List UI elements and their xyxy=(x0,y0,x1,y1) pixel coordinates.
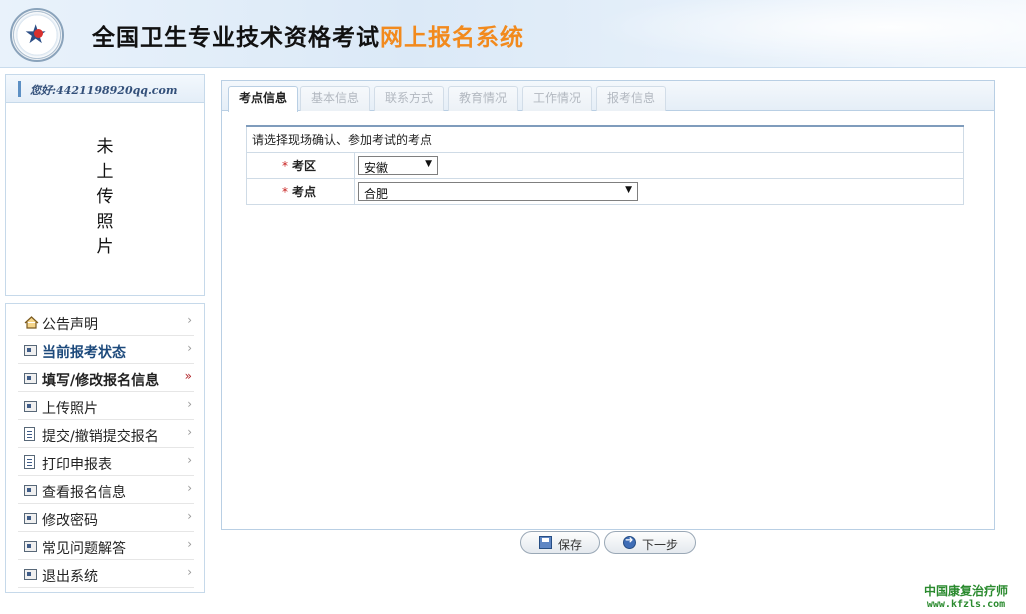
region-label: 考区 xyxy=(291,158,316,173)
watermark-text: 中国康复治疗师 xyxy=(924,584,1009,598)
photo-placeholder-char: 片 xyxy=(96,237,114,257)
required-mark: * xyxy=(281,184,288,199)
card-icon xyxy=(24,345,37,356)
field-value-cell: 合肥 ▼ xyxy=(354,177,964,205)
field-label: * 考区 xyxy=(246,151,355,179)
user-greeting-bar: 您好:4421198920qq.com xyxy=(6,75,204,103)
chevron-right-icon: › xyxy=(187,537,192,551)
chevron-down-icon: ▼ xyxy=(625,184,632,195)
tab-work[interactable]: 工作情况 xyxy=(522,86,593,111)
nav-item-label: 修改密码 xyxy=(42,513,98,529)
house-icon xyxy=(24,316,39,329)
field-value-cell: 安徽 ▼ xyxy=(354,151,964,179)
emblem-dot xyxy=(34,29,43,38)
photo-placeholder-char: 照 xyxy=(96,212,114,232)
tab-exam-site[interactable]: 考点信息 xyxy=(228,86,299,112)
card-icon xyxy=(24,373,37,384)
chevron-right-icon: › xyxy=(187,509,192,523)
nav-item-faq[interactable]: 常见问题解答 › xyxy=(18,532,194,560)
card-icon xyxy=(24,541,37,552)
chevron-right-icon: › xyxy=(187,453,192,467)
nav-item-label: 查看报名信息 xyxy=(42,485,126,501)
nav-item-label: 当前报考状态 xyxy=(42,345,126,361)
watermark: 中国康复治疗师 www.kfzls.com xyxy=(924,582,1008,610)
card-icon xyxy=(24,569,37,580)
nav-item-label: 常见问题解答 xyxy=(42,541,126,557)
nav-item-announcement[interactable]: 公告声明 › xyxy=(18,308,194,336)
save-icon xyxy=(539,536,552,549)
next-step-button-label: 下一步 xyxy=(642,538,679,552)
title-main: 全国卫生专业技术资格考试 xyxy=(92,25,380,51)
system-title: 全国卫生专业技术资格考试网上报名系统 xyxy=(92,18,524,52)
chevron-right-icon: › xyxy=(187,481,192,495)
nav-item-edit-info[interactable]: 填写/修改报名信息 » xyxy=(18,364,194,392)
tab-basic-info[interactable]: 基本信息 xyxy=(300,86,371,111)
header-banner: ★ 全国卫生专业技术资格考试网上报名系统 xyxy=(0,0,1026,68)
user-panel: 您好:4421198920qq.com 未 上 传 照 片 xyxy=(5,74,205,296)
tab-contact[interactable]: 联系方式 xyxy=(374,86,445,111)
document-icon xyxy=(24,427,35,441)
field-label: * 考点 xyxy=(246,177,355,205)
card-icon xyxy=(24,513,37,524)
main-panel: 考点信息 基本信息 联系方式 教育情况 工作情况 报考信息 请选择现场确认、参加… xyxy=(221,80,995,530)
watermark-url: www.kfzls.com xyxy=(926,599,1006,610)
site-select[interactable]: 合肥 ▼ xyxy=(358,181,638,201)
next-step-button[interactable]: 下一步 xyxy=(604,531,696,554)
nav-item-status[interactable]: 当前报考状态 › xyxy=(18,336,194,364)
nav-item-logout[interactable]: 退出系统 › xyxy=(18,560,194,588)
photo-placeholder-char: 上 xyxy=(96,162,114,182)
sidebar-menu: 公告声明 › 当前报考状态 › 填写/修改报名信息 » 上传照片 › 提交/撤销… xyxy=(5,303,205,593)
user-greeting: 您好:4421198920qq.com xyxy=(30,84,178,97)
emblem-logo: ★ xyxy=(10,8,64,62)
form-instruction: 请选择现场确认、参加考试的考点 xyxy=(246,125,964,153)
nav-item-change-password[interactable]: 修改密码 › xyxy=(18,504,194,532)
photo-placeholder: 未 上 传 照 片 xyxy=(6,135,204,260)
nav-item-label: 提交/撤销提交报名 xyxy=(42,429,159,445)
nav-item-print[interactable]: 打印申报表 › xyxy=(18,448,194,476)
tab-application[interactable]: 报考信息 xyxy=(596,86,667,111)
chevron-right-icon: › xyxy=(187,313,192,327)
nav-item-label: 公告声明 xyxy=(42,317,98,333)
nav-item-view-info[interactable]: 查看报名信息 › xyxy=(18,476,194,504)
tab-bar: 考点信息 基本信息 联系方式 教育情况 工作情况 报考信息 xyxy=(222,81,994,112)
site-label: 考点 xyxy=(291,184,316,199)
photo-placeholder-char: 未 xyxy=(96,137,114,157)
chevron-down-icon: ▼ xyxy=(425,158,432,169)
chevron-right-icon: › xyxy=(187,565,192,579)
form-row-region: * 考区 安徽 ▼ xyxy=(246,151,964,179)
region-select-value: 安徽 xyxy=(364,160,389,175)
header-glow xyxy=(566,0,1026,68)
tab-education[interactable]: 教育情况 xyxy=(448,86,519,111)
nav-item-label: 退出系统 xyxy=(42,569,98,585)
exam-site-form: 请选择现场确认、参加考试的考点 * 考区 安徽 ▼ * 考点 合肥 ▼ xyxy=(246,125,964,205)
nav-item-label: 上传照片 xyxy=(42,401,98,417)
nav-item-label: 填写/修改报名信息 xyxy=(42,373,160,389)
form-row-site: * 考点 合肥 ▼ xyxy=(246,177,964,205)
chevron-right-icon: › xyxy=(187,425,192,439)
arrow-right-icon xyxy=(623,535,636,549)
chevron-right-icon: » xyxy=(184,369,192,383)
card-icon xyxy=(24,485,37,496)
region-select[interactable]: 安徽 ▼ xyxy=(358,155,438,175)
chevron-right-icon: › xyxy=(187,397,192,411)
card-icon xyxy=(24,401,37,412)
required-mark: * xyxy=(281,158,288,173)
nav-item-submit[interactable]: 提交/撤销提交报名 › xyxy=(18,420,194,448)
bar-marker xyxy=(18,81,21,97)
nav-item-upload-photo[interactable]: 上传照片 › xyxy=(18,392,194,420)
photo-placeholder-char: 传 xyxy=(96,187,114,207)
chevron-right-icon: › xyxy=(187,341,192,355)
document-icon xyxy=(24,455,35,469)
save-button[interactable]: 保存 xyxy=(520,531,600,554)
site-select-value: 合肥 xyxy=(364,186,389,201)
nav-item-label: 打印申报表 xyxy=(42,457,112,473)
title-accent: 网上报名系统 xyxy=(380,25,524,51)
save-button-label: 保存 xyxy=(558,538,583,552)
